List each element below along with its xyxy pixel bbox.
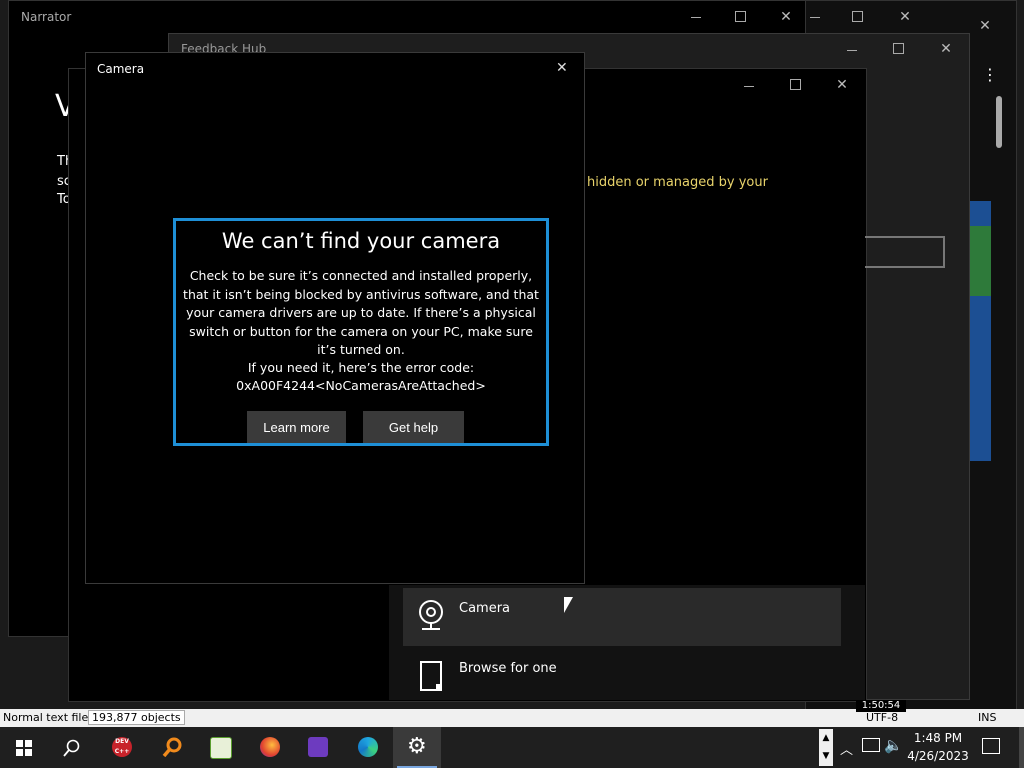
error-code: 0xA00F4244<NoCamerasAreAttached> [236,378,486,393]
narrator-close-icon[interactable] [779,10,793,24]
browser-minimize-icon[interactable] [810,17,820,18]
settings-maximize-icon[interactable] [790,79,801,90]
list-item-browse[interactable]: Browse for one [403,648,841,706]
taskbar-app-edge[interactable] [344,727,392,768]
list-item-label: Browse for one [459,661,557,676]
search-input[interactable] [865,236,945,268]
more-options-icon[interactable]: ⋮ [982,65,998,84]
get-help-button[interactable]: Get help [363,411,464,443]
webcam-icon [419,600,443,630]
list-item-label: Camera [459,601,511,616]
settings-minimize-icon[interactable] [744,86,754,87]
scrollbar-thumb[interactable] [996,96,1002,148]
insert-mode-label: INS [978,711,997,724]
feedback-close-icon[interactable] [939,42,953,56]
file-type-label: Normal text file [3,711,89,724]
network-icon[interactable] [862,738,880,752]
settings-close-icon[interactable] [835,78,849,92]
feedback-maximize-icon[interactable] [893,43,904,54]
visual-studio-icon [308,737,328,757]
managed-warning-text: hidden or managed by your [587,175,768,190]
magnifier-icon [162,737,182,757]
narrator-title: Narrator [21,10,72,24]
taskbar-scroll-arrows[interactable]: ▲ ▼ [819,729,833,766]
error-intro: If you need it, here’s the error code: [247,360,475,375]
clock-time[interactable]: 1:48 PM [898,731,978,745]
file-icon [420,661,442,691]
dialog-heading: We can’t find your camera [221,229,501,253]
camera-title: Camera [97,62,145,76]
narrator-maximize-icon[interactable] [735,11,746,22]
edge-icon [358,737,378,757]
browser-maximize-icon[interactable] [852,11,863,22]
mouse-cursor [564,597,573,613]
show-desktop-button[interactable] [1019,727,1024,768]
taskbar-app-firefox[interactable] [246,727,294,768]
devcpp-icon: DEV C++ [112,737,132,757]
dialog-body: Check to be sure it’s connected and inst… [183,268,539,357]
notification-icon[interactable] [982,738,1000,754]
narrator-minimize-icon[interactable] [691,17,701,18]
taskbar: DEV C++ ⚙ ▲ ▼ ︿ 🔈 1:48 PM 4/26/2023 [0,727,1024,768]
start-button[interactable] [0,727,48,768]
camera-error-dialog: We can’t find your camera Check to be su… [173,218,549,446]
learn-more-button[interactable]: Learn more [247,411,346,443]
taskbar-app-visual-studio[interactable] [294,727,342,768]
feedback-minimize-icon[interactable] [847,50,857,51]
taskbar-app-devcpp[interactable]: DEV C++ [98,727,146,768]
taskbar-app-settings[interactable]: ⚙ [393,727,441,768]
source-picker-list: Camera Browse for one [389,585,865,700]
list-item-camera[interactable]: Camera [403,588,841,646]
taskbar-search-button[interactable] [48,727,96,768]
windows-logo-icon [16,740,32,756]
clock-date[interactable]: 4/26/2023 [898,749,978,763]
camera-close-icon[interactable] [556,61,570,75]
taskbar-app-notepadpp[interactable] [196,727,244,768]
media-time-overlay: 1:50:54 [856,700,906,712]
encoding-label: UTF-8 [866,711,899,724]
gear-icon: ⚙ [407,734,427,759]
taskbar-app-everything[interactable] [148,727,196,768]
object-count: 193,877 objects [88,710,185,725]
camera-window: Camera We can’t find your camera Check t… [85,52,585,584]
browser-close-icon[interactable] [898,10,912,24]
notepad-icon [210,737,232,759]
firefox-icon [260,737,280,757]
browser-tab-close-icon[interactable] [978,19,992,33]
chevron-up-icon[interactable]: ︿ [840,739,853,758]
search-icon [63,739,80,757]
